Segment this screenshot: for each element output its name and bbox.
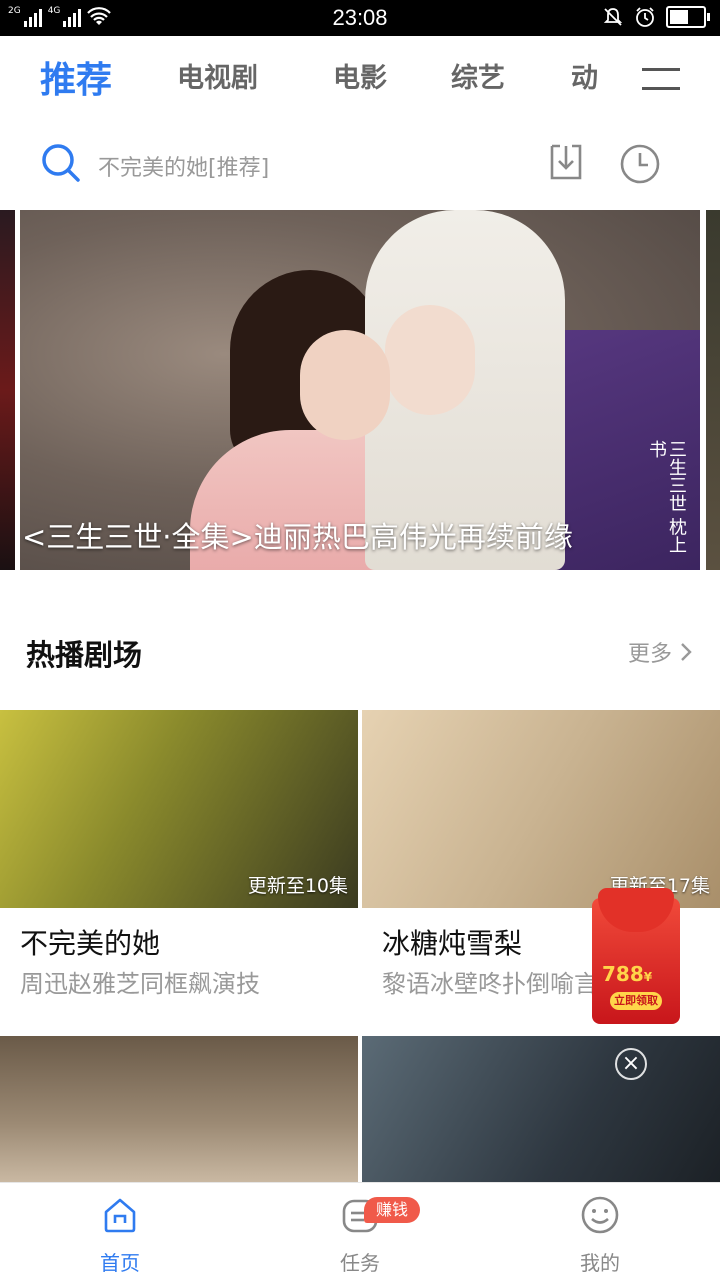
tab-anime[interactable]: 动 (571, 56, 598, 95)
nav-profile-label: 我的 (580, 1251, 620, 1275)
chevron-right-icon (681, 643, 692, 661)
nav-profile[interactable]: 我的 (540, 1183, 660, 1280)
show-card[interactable] (362, 1036, 720, 1182)
category-tabs: 推荐 电视剧 电影 综艺 动 (0, 36, 720, 128)
ad-claim-button[interactable]: 立即领取 (610, 992, 662, 1010)
hero-banner[interactable]: 三生三世 枕上书 <三生三世·全集>迪丽热巴高伟光再续前缘 (20, 210, 700, 570)
show-card[interactable] (0, 1036, 358, 1182)
red-envelope-ad[interactable]: 788¥ 立即领取 (592, 888, 684, 1024)
tab-recommend[interactable]: 推荐 (40, 51, 112, 103)
banner-next-peek[interactable] (706, 210, 720, 570)
nav-home-label: 首页 (100, 1251, 140, 1275)
show-card[interactable]: 更新至17集 冰糖炖雪梨 黎语冰壁咚扑倒喻言 (362, 710, 720, 998)
earn-badge: 赚钱 (364, 1197, 421, 1223)
bottom-nav: 首页 任务 赚钱 我的 (0, 1182, 720, 1280)
status-icons (602, 6, 710, 28)
mute-bell-icon (603, 8, 623, 26)
tab-tv-series[interactable]: 电视剧 (177, 56, 258, 95)
tab-variety[interactable]: 综艺 (451, 56, 505, 95)
show-thumbnail (0, 1036, 358, 1182)
episode-badge: 更新至10集 (247, 875, 348, 897)
search-icon[interactable] (40, 142, 82, 184)
show-thumbnail: 更新至17集 (362, 710, 720, 908)
ad-amount: 788¥ (602, 962, 653, 986)
search-input[interactable]: 不完美的她[推荐] (98, 150, 269, 182)
show-subtitle: 周迅赵雅芝同框飙演技 (20, 970, 260, 998)
history-clock-icon[interactable] (618, 142, 662, 186)
status-bar: 2G 4G 23:08 (0, 0, 720, 36)
more-label: 更多 (627, 642, 672, 667)
smiley-icon (581, 1196, 619, 1234)
show-title: 不完美的她 (20, 927, 161, 960)
more-link[interactable]: 更多 (628, 636, 692, 668)
show-thumbnail: 更新至10集 (0, 710, 358, 908)
menu-icon[interactable] (642, 68, 680, 94)
search-row: 不完美的她[推荐] (0, 128, 720, 200)
section-title: 热播剧场 (26, 638, 143, 672)
alarm-icon (636, 7, 654, 27)
battery-fill (670, 10, 688, 24)
download-icon[interactable] (546, 142, 586, 182)
banner-caption: <三生三世·全集>迪丽热巴高伟光再续前缘 (22, 520, 573, 554)
close-ad-icon[interactable]: × (615, 1048, 647, 1080)
battery-icon (666, 6, 710, 28)
show-title: 冰糖炖雪梨 (382, 927, 523, 960)
banner-prev-peek[interactable] (0, 210, 15, 570)
show-card[interactable]: 更新至10集 不完美的她 周迅赵雅芝同框飙演技 (0, 710, 358, 998)
tab-movies[interactable]: 电影 (333, 56, 387, 95)
nav-home[interactable]: 首页 (60, 1183, 180, 1280)
show-thumbnail (362, 1036, 720, 1182)
home-icon (104, 1198, 136, 1233)
nav-tasks-label: 任务 (340, 1251, 380, 1275)
